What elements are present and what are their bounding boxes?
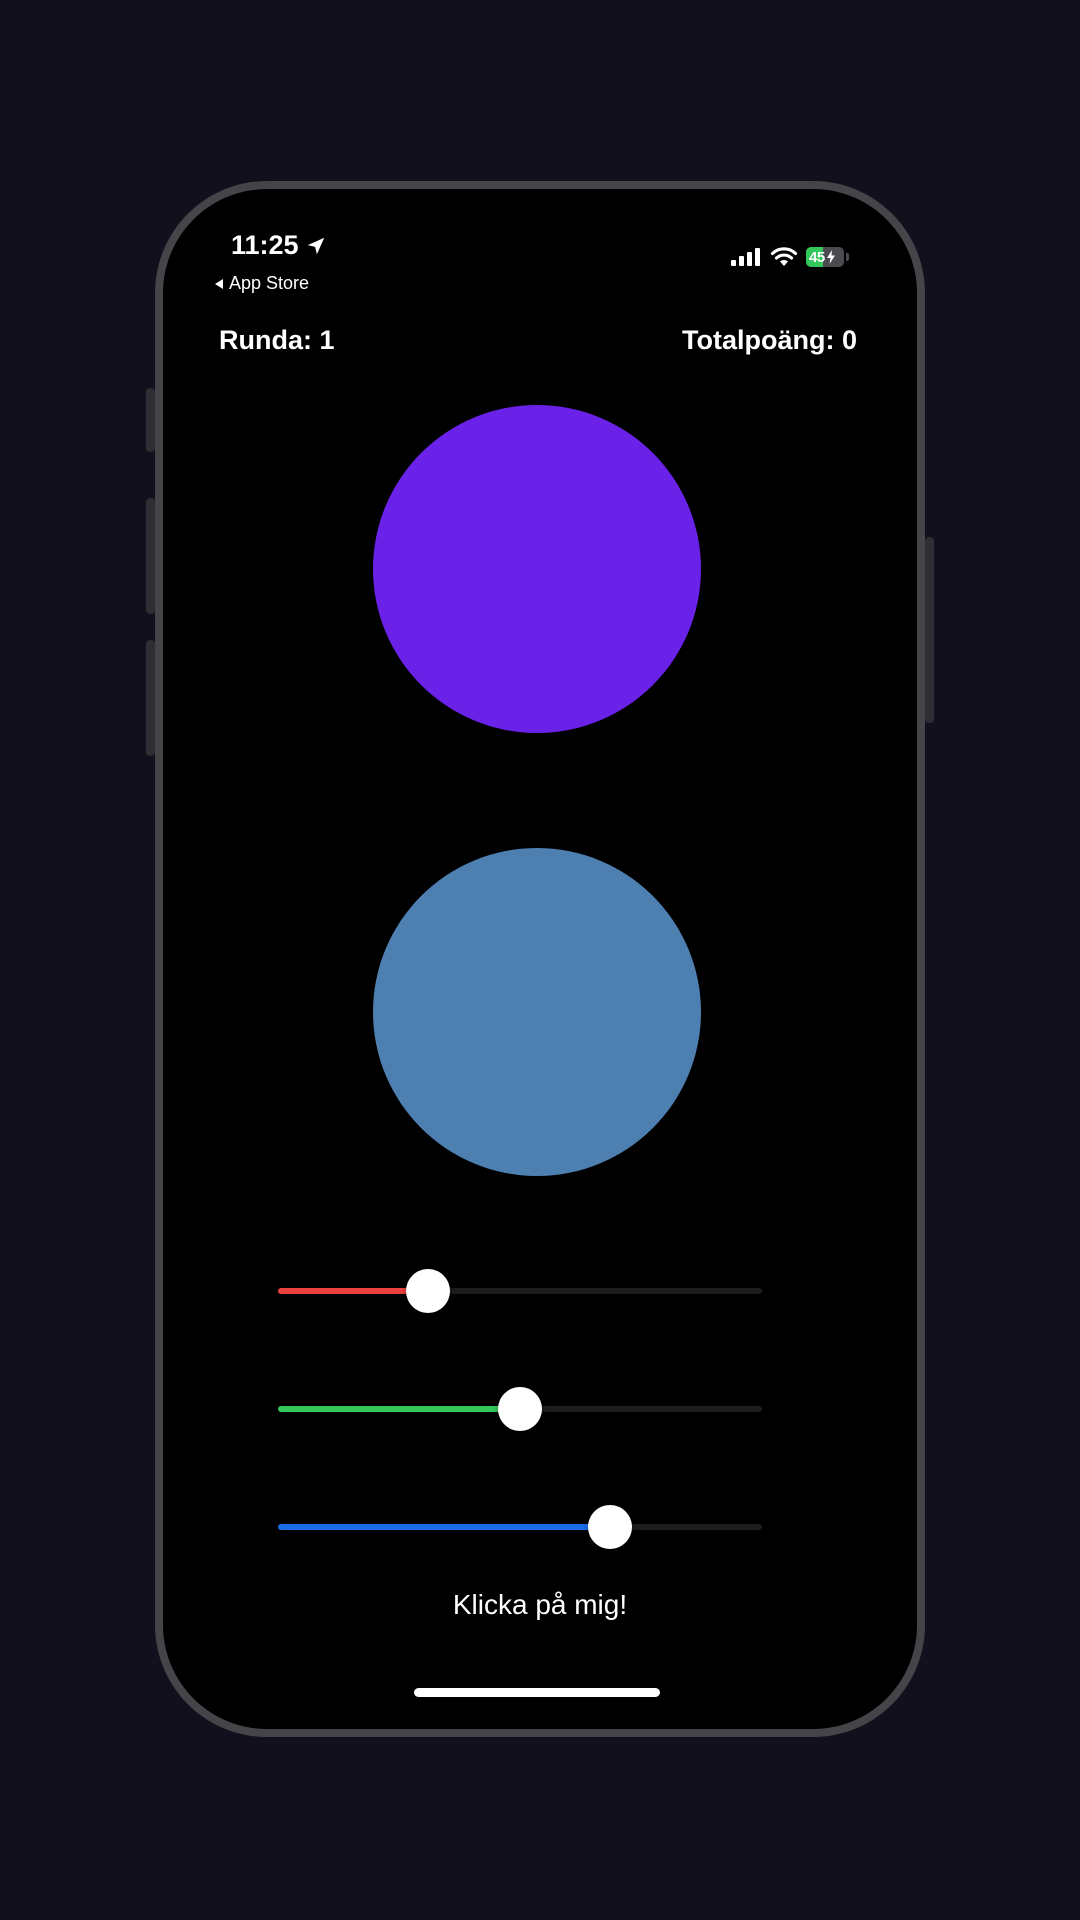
back-to-app-store-link[interactable]: App Store (213, 273, 309, 294)
battery-nub (846, 253, 849, 261)
volume-up-button (146, 498, 155, 614)
slider-thumb[interactable] (406, 1269, 451, 1313)
slider-thumb[interactable] (587, 1505, 632, 1549)
total-score-label: Totalpoäng: 0 (682, 325, 857, 355)
battery-indicator: 45 (806, 247, 844, 267)
target-color-circle (373, 405, 701, 733)
slider-fill (278, 1406, 520, 1412)
power-button (925, 537, 934, 723)
charging-bolt-icon (826, 250, 835, 264)
slider-thumb[interactable] (498, 1387, 542, 1431)
cellular-signal-icon (731, 248, 760, 266)
mute-switch (146, 388, 155, 452)
battery-level-text: 45 (809, 248, 825, 266)
home-indicator[interactable] (414, 1688, 660, 1697)
blue-slider[interactable] (278, 1505, 762, 1549)
guess-color-circle (373, 848, 701, 1176)
status-time-text: 11:25 (231, 230, 299, 260)
location-arrow-icon (307, 237, 324, 254)
wifi-icon (770, 247, 798, 266)
status-time: 11:25 (231, 230, 327, 261)
back-triangle-icon (215, 278, 223, 289)
green-slider[interactable] (278, 1387, 762, 1431)
slider-fill (278, 1524, 610, 1530)
status-indicators: 45 (730, 246, 849, 268)
back-link-label: App Store (229, 273, 310, 293)
round-label: Runda: 1 (219, 325, 335, 355)
volume-down-button (146, 640, 155, 756)
red-slider[interactable] (278, 1269, 762, 1313)
app-screen: 11:25 App Store 45 Runda: 1 Totalpoäng: … (163, 189, 917, 1729)
click-me-button[interactable]: Klicka på mig! (163, 1589, 917, 1621)
click-me-button-label: Klicka på mig! (452, 1589, 628, 1620)
